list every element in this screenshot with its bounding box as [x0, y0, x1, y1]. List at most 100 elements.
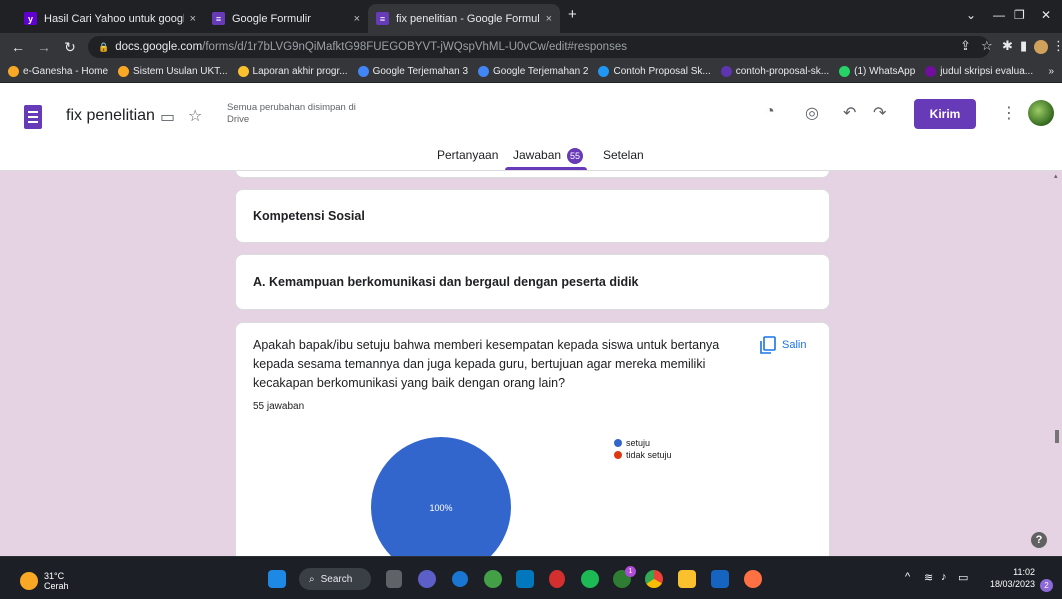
close-window-icon[interactable]: ✕ — [1041, 8, 1051, 22]
legend-item: setuju — [614, 438, 650, 448]
star-icon[interactable]: ☆ — [188, 106, 202, 126]
help-button[interactable]: ? — [1031, 532, 1047, 548]
new-tab-button[interactable]: + — [568, 6, 577, 23]
scrollbar-thumb[interactable] — [1055, 430, 1059, 443]
bookmark-star-icon[interactable]: ☆ — [981, 38, 993, 54]
folder-icon[interactable]: ▭ — [160, 107, 175, 127]
url-host: docs.google.com — [115, 41, 203, 53]
more-options-icon[interactable]: ⋮ — [1001, 103, 1017, 123]
bookmark-favicon-icon — [478, 66, 490, 77]
whatsapp-badge: 1 — [625, 566, 636, 577]
address-bar-row: ← → ↻ 🔒 docs.google.com/forms/d/1r7bLVG9… — [0, 33, 1062, 61]
bookmark-label: e-Ganesha - Home — [23, 66, 109, 77]
legend-item: tidak setuju — [614, 450, 672, 460]
reload-icon[interactable]: ↻ — [62, 39, 78, 56]
menu-icon[interactable]: ⋮ — [1052, 38, 1062, 54]
bookmark-label: Google Terjemahan 2 — [493, 66, 589, 77]
tab-fix-penelitian[interactable]: ≡ fix penelitian - Google Formulir × — [368, 4, 560, 33]
scroll-up-arrow[interactable]: ▴ — [1054, 172, 1058, 180]
opera-icon[interactable] — [549, 570, 565, 588]
undo-icon[interactable]: ↶ — [843, 103, 856, 123]
task-view-icon[interactable] — [386, 570, 402, 588]
subsection-card: A. Kemampuan berkomunikasi dan bergaul d… — [235, 254, 830, 310]
restore-icon[interactable]: ❐ — [1014, 8, 1025, 22]
bookmark-item[interactable]: Google Terjemahan 3 — [357, 66, 469, 77]
weather-sun-icon — [20, 572, 38, 590]
account-avatar[interactable] — [1028, 100, 1054, 126]
tray-chevron-icon[interactable]: ^ — [905, 571, 910, 583]
tab-yahoo-search[interactable]: y Hasil Cari Yahoo untuk google fo × — [16, 4, 204, 33]
share-icon[interactable]: ⇪ — [960, 38, 971, 54]
back-icon[interactable]: ← — [10, 39, 26, 55]
bookmark-item[interactable]: judul skripsi evalua... — [925, 66, 1033, 77]
firefox-icon[interactable] — [744, 570, 762, 588]
tab-search-icon[interactable]: ⌄ — [966, 8, 976, 22]
bookmarks-overflow-icon[interactable]: » — [1048, 66, 1054, 77]
scrollbar[interactable] — [1052, 171, 1062, 556]
chrome-canary-icon[interactable] — [484, 570, 502, 588]
bookmark-favicon-icon — [839, 66, 851, 77]
send-button[interactable]: Kirim — [914, 99, 976, 129]
section-title: Kompetensi Sosial — [253, 209, 365, 223]
copy-chart-button[interactable]: Salin — [760, 336, 806, 354]
bookmarks-bar: e-Ganesha - Home Sistem Usulan UKT... Lapo… — [0, 61, 1062, 83]
weather-condition: Cerah — [44, 581, 69, 591]
bookmark-favicon-icon — [237, 66, 249, 77]
mail-icon[interactable] — [516, 570, 534, 588]
spotify-icon[interactable] — [581, 570, 599, 588]
bookmark-label: judul skripsi evalua... — [940, 66, 1034, 77]
time: 11:02 — [1013, 567, 1035, 577]
bookmark-favicon-icon — [598, 66, 610, 77]
preview-eye-icon[interactable]: ◎ — [805, 103, 819, 123]
tab-settings[interactable]: Setelan — [603, 148, 644, 162]
bookmark-item[interactable]: Contoh Proposal Sk... — [598, 66, 711, 77]
close-tab-icon[interactable]: × — [190, 13, 196, 25]
chrome-icon[interactable] — [645, 570, 663, 588]
bookmark-label: Google Terjemahan 3 — [372, 66, 469, 77]
weather-widget[interactable]: 31°C Cerah — [20, 571, 69, 591]
tab-responses[interactable]: Jawaban 55 — [513, 148, 584, 164]
form-title[interactable]: fix penelitian — [66, 107, 155, 125]
bookmark-item[interactable]: Laporan akhir progr... — [237, 66, 348, 77]
redo-icon[interactable]: ↷ — [873, 103, 886, 123]
telegram-icon[interactable] — [452, 571, 468, 587]
palette-icon[interactable]: ◔ — [765, 103, 775, 121]
bookmark-label: Sistem Usulan UKT... — [133, 66, 228, 77]
bookmark-item[interactable]: Sistem Usulan UKT... — [118, 66, 228, 77]
notification-badge[interactable]: 2 — [1040, 579, 1053, 592]
tab-responses-label: Jawaban — [513, 148, 562, 163]
bookmark-label: contoh-proposal-sk... — [735, 66, 830, 77]
wifi-icon[interactable]: ≋ — [924, 571, 933, 584]
url-field[interactable]: 🔒 docs.google.com/forms/d/1r7bLVG9nQiMaf… — [88, 36, 990, 58]
extensions-icon[interactable]: ✱ — [1002, 38, 1013, 54]
search-label: Search — [320, 573, 353, 585]
tab-google-forms[interactable]: ≡ Google Formulir × — [204, 4, 368, 33]
question-summary-card: Apakah bapak/ibu setuju bahwa memberi ke… — [235, 322, 830, 556]
profile-avatar[interactable] — [1034, 40, 1048, 54]
temperature: 31°C — [44, 571, 65, 581]
lock-icon: 🔒 — [98, 41, 110, 52]
taskbar-search[interactable]: ⌕ Search — [299, 568, 371, 590]
tab-questions[interactable]: Pertanyaan — [437, 148, 498, 162]
google-forms-logo-icon[interactable] — [24, 105, 42, 129]
bookmark-item[interactable]: Google Terjemahan 2 — [478, 66, 588, 77]
word-icon[interactable] — [711, 570, 729, 588]
bookmark-item[interactable]: e-Ganesha - Home — [8, 66, 108, 77]
bookmark-item[interactable]: (1) WhatsApp — [839, 66, 915, 77]
tab-title: Google Formulir — [232, 12, 311, 25]
bookmark-favicon-icon — [118, 66, 130, 77]
volume-icon[interactable]: ♪ — [941, 571, 947, 583]
minimize-icon[interactable]: — — [993, 8, 1005, 22]
close-tab-icon[interactable]: × — [546, 13, 552, 25]
teams-icon[interactable] — [418, 570, 436, 588]
close-tab-icon[interactable]: × — [354, 13, 360, 25]
file-explorer-icon[interactable] — [678, 570, 696, 588]
side-panel-icon[interactable]: ▮ — [1020, 38, 1027, 54]
clock[interactable]: 11:02 18/03/2023 — [986, 566, 1035, 590]
responses-count-badge: 55 — [567, 148, 584, 164]
bookmark-item[interactable]: contoh-proposal-sk... — [720, 66, 830, 77]
battery-icon[interactable]: ▭ — [958, 571, 968, 584]
bookmark-label: Laporan akhir progr... — [252, 66, 348, 77]
start-icon[interactable] — [268, 570, 286, 588]
forward-icon[interactable]: → — [36, 39, 52, 55]
